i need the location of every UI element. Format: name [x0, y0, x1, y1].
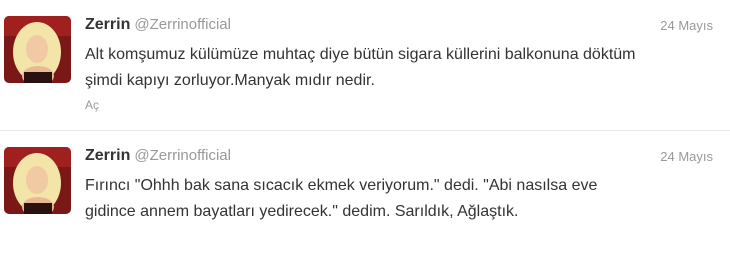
- tweet-header: Zerrin @Zerrinofficial: [85, 147, 231, 167]
- tweet-text: Alt komşumuz külümüze muhtaç diye bütün …: [85, 46, 636, 89]
- author-name[interactable]: Zerrin: [85, 147, 130, 164]
- tweet-text: Fırıncı "Ohhh bak sana sıcacık ekmek ver…: [85, 177, 598, 220]
- author-name[interactable]: Zerrin: [85, 16, 130, 33]
- tweet[interactable]: Zerrin @Zerrinofficial 24 Mayıs Fırıncı "…: [0, 131, 730, 256]
- avatar-image: [4, 16, 71, 83]
- author-username[interactable]: @Zerrinofficial: [134, 16, 231, 33]
- tweet-timestamp[interactable]: 24 Mayıs: [660, 149, 713, 164]
- tweet[interactable]: Zerrin @Zerrinofficial 24 Mayıs Alt komşu…: [0, 0, 730, 130]
- author-username[interactable]: @Zerrinofficial: [134, 147, 231, 164]
- avatar[interactable]: [4, 147, 71, 214]
- tweet-timestamp[interactable]: 24 Mayıs: [660, 18, 713, 33]
- avatar[interactable]: [4, 16, 71, 83]
- tweet-header: Zerrin @Zerrinofficial: [85, 16, 231, 36]
- expand-link[interactable]: Aç: [85, 98, 99, 112]
- avatar-image: [4, 147, 71, 214]
